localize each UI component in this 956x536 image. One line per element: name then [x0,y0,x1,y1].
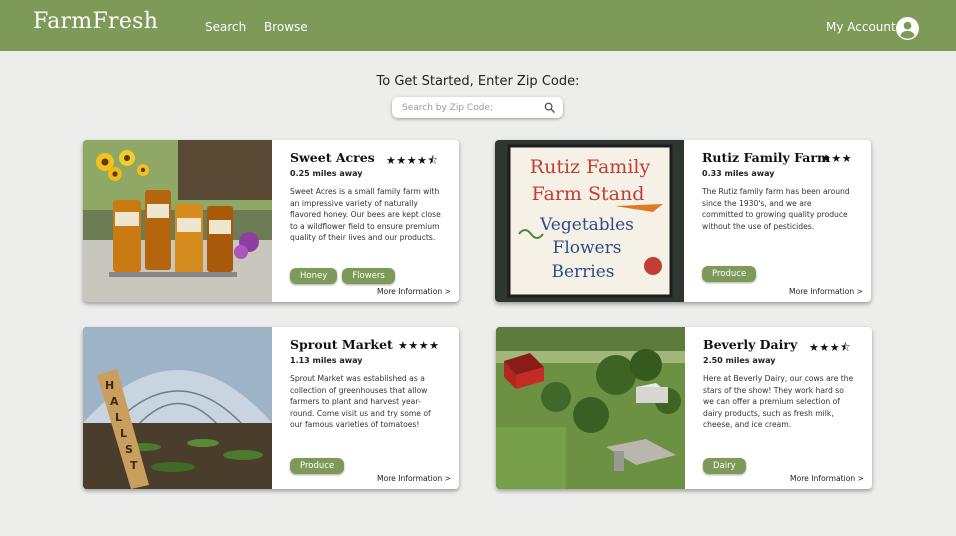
nav-browse-link[interactable]: Browse [264,20,308,34]
user-avatar-icon[interactable] [896,17,919,40]
svg-text:S: S [125,443,133,456]
tag-flowers[interactable]: Flowers [342,268,395,284]
star-rating: ★★★★ [398,339,440,352]
sign-line-3: Vegetables [539,215,634,235]
farm-name[interactable]: Sprout Market [290,337,393,352]
zip-code-heading: To Get Started, Enter Zip Code: [376,74,580,89]
tag-list: Honey Flowers [290,263,400,284]
farm-stand-sign-photo: Rutiz Family Farm Stand Vegetables Flowe… [495,140,684,302]
tag-honey[interactable]: Honey [290,268,338,284]
more-information-link[interactable]: More Information > [789,287,863,296]
farm-description: Here at Beverly Dairy, our cows are the … [703,374,854,430]
farm-name[interactable]: Sweet Acres [290,150,375,165]
farm-distance: 1.13 miles away [290,356,363,365]
top-navbar: FarmFresh Search Browse My Account [0,0,956,51]
tag-produce[interactable]: Produce [702,266,757,282]
honey-jars-photo [83,140,272,302]
farm-name[interactable]: Beverly Dairy [703,337,797,352]
my-account-link[interactable]: My Account [826,20,896,34]
farm-card-rutiz-family-farm[interactable]: Rutiz Family Farm Stand Vegetables Flowe… [495,140,871,302]
more-information-link[interactable]: More Information > [377,287,451,296]
svg-text:A: A [110,395,119,408]
card-body: Beverly Dairy ★★★⯪ 2.50 miles away Here … [685,327,872,489]
farm-description: Sweet Acres is a small family farm with … [290,187,441,243]
card-body: Sprout Market ★★★★ 1.13 miles away Sprou… [272,327,459,489]
farm-distance: 0.25 miles away [290,169,363,178]
search-icon[interactable] [544,102,555,113]
zip-search-box[interactable] [392,97,563,118]
star-rating: ★★★ [821,152,853,165]
sign-line-4: Flowers [553,238,622,258]
card-body: Sweet Acres ★★★★⯪ 0.25 miles away Sweet … [272,140,459,302]
farm-distance: 2.50 miles away [703,356,776,365]
farm-description: Sprout Market was established as a colle… [290,374,431,430]
svg-text:L: L [120,427,127,440]
svg-text:T: T [130,459,138,472]
greenhouse-photo: HAL LST [83,327,272,489]
more-information-link[interactable]: More Information > [790,474,864,483]
tag-produce[interactable]: Produce [290,458,345,474]
farm-card-sweet-acres[interactable]: Sweet Acres ★★★★⯪ 0.25 miles away Sweet … [83,140,459,302]
farm-description: The Rutiz family farm has been around si… [702,187,850,231]
farm-distance: 0.33 miles away [702,169,775,178]
tag-list: Produce [290,453,349,474]
sign-line-2: Farm Stand [532,183,645,205]
card-body: Rutiz Family Farm ★★★ 0.33 miles away Th… [684,140,871,302]
star-rating: ★★★⯪ [809,341,852,354]
farm-card-sprout-market[interactable]: HAL LST Sprout Market ★★★★ 1.13 miles aw… [83,327,459,489]
nav-search-link[interactable]: Search [205,20,246,34]
farm-card-beverly-dairy[interactable]: Beverly Dairy ★★★⯪ 2.50 miles away Here … [496,327,872,489]
star-rating: ★★★★⯪ [386,154,439,167]
logo[interactable]: FarmFresh [33,9,158,34]
svg-text:H: H [105,379,114,392]
more-information-link[interactable]: More Information > [377,474,451,483]
svg-text:L: L [115,411,122,424]
sign-line-5: Berries [551,262,614,282]
tag-list: Dairy [703,453,751,474]
farm-name[interactable]: Rutiz Family Farm [702,150,830,165]
zip-code-input[interactable] [402,100,537,115]
dairy-farm-aerial-photo [496,327,685,489]
tag-dairy[interactable]: Dairy [703,458,746,474]
tag-list: Produce [702,261,761,282]
sign-line-1: Rutiz Family [530,156,651,178]
